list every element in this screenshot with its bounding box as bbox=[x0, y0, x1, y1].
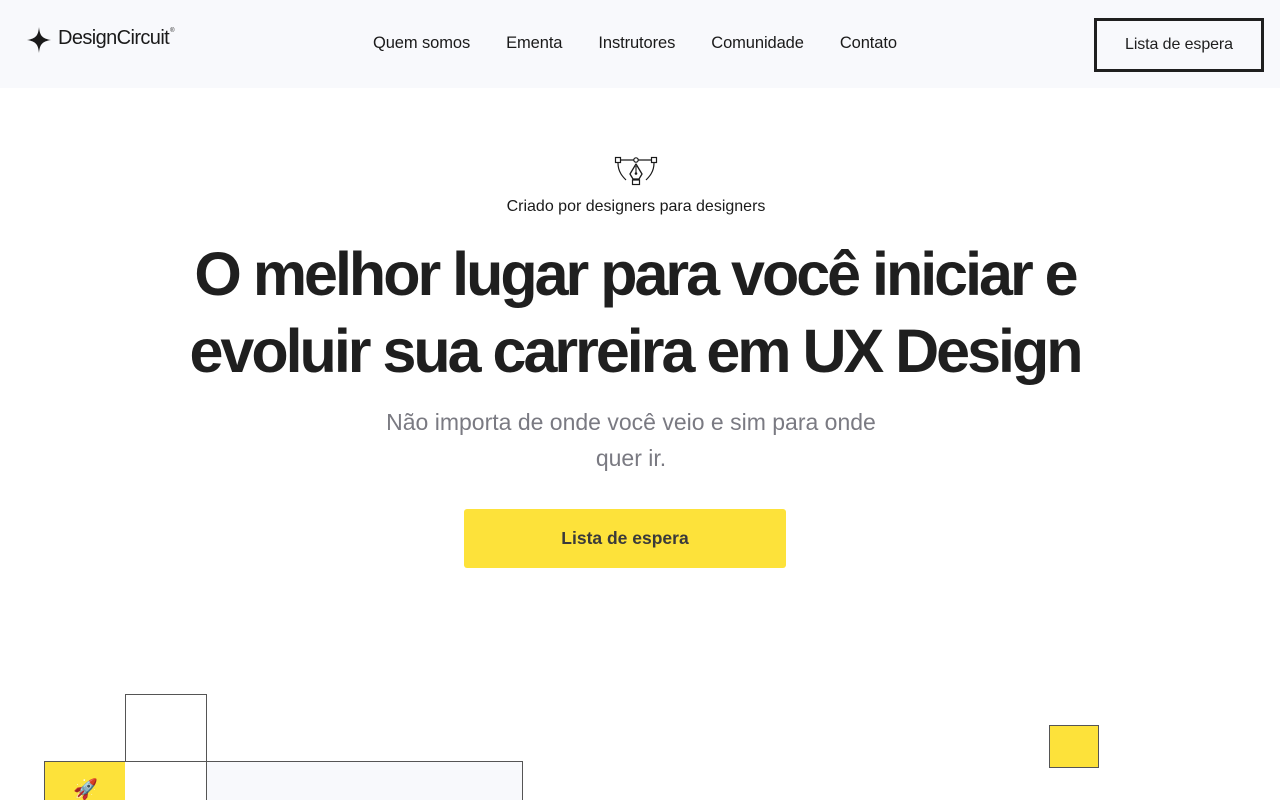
waitlist-hero-button[interactable]: Lista de espera bbox=[464, 509, 786, 568]
waitlist-header-button[interactable]: Lista de espera bbox=[1094, 18, 1264, 72]
logo[interactable]: DesignCircuit® bbox=[26, 26, 175, 54]
nav-link-ementa[interactable]: Ementa bbox=[506, 34, 562, 53]
nav-link-quem-somos[interactable]: Quem somos bbox=[373, 34, 470, 53]
logo-text: DesignCircuit® bbox=[58, 27, 175, 50]
decor-square-yellow-right bbox=[1049, 725, 1099, 768]
registered-mark: ® bbox=[170, 28, 174, 34]
decor-panel bbox=[206, 761, 523, 800]
pen-tool-icon bbox=[614, 156, 658, 186]
decor-square-outline bbox=[125, 694, 207, 762]
hero-subtitle: Não importa de onde você veio e sim para… bbox=[386, 409, 876, 471]
logo-wordmark: DesignCircuit bbox=[58, 27, 170, 49]
decor-divider bbox=[206, 694, 207, 762]
sparkle-logo-icon bbox=[27, 27, 51, 53]
rocket-icon: 🚀 bbox=[73, 779, 98, 800]
hero-headline-line-2: evoluir sua carreira em UX Design bbox=[189, 317, 1084, 385]
site-header: DesignCircuit® Quem somos Ementa Instrut… bbox=[0, 0, 1280, 88]
hero-headline: O melhor lugar para você iniciar e evolu… bbox=[0, 236, 1270, 390]
nav-link-instrutores[interactable]: Instrutores bbox=[598, 34, 675, 53]
decor-square-white bbox=[125, 761, 207, 800]
nav-link-contato[interactable]: Contato bbox=[840, 34, 897, 53]
nav-link-comunidade[interactable]: Comunidade bbox=[711, 34, 804, 53]
hero-headline-line-1: O melhor lugar para você iniciar e bbox=[194, 240, 1078, 308]
hero-eyebrow: Criado por designers para designers bbox=[506, 198, 766, 215]
main-nav: Quem somos Ementa Instrutores Comunidade… bbox=[373, 34, 897, 53]
